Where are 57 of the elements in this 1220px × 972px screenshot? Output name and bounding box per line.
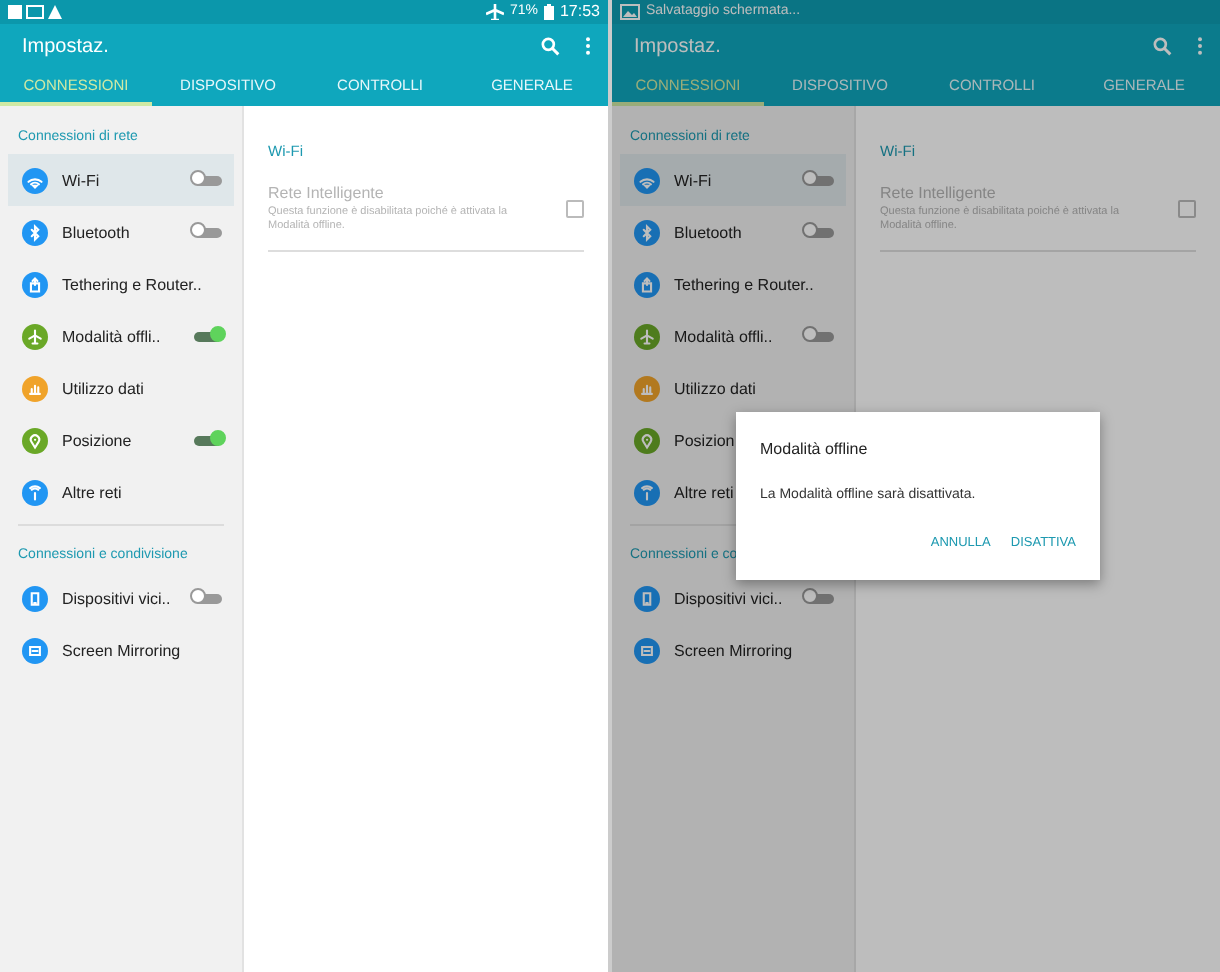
sidebar-item[interactable]: Posizione bbox=[8, 414, 234, 466]
more-options-icon[interactable] bbox=[1196, 36, 1204, 56]
airplane-icon bbox=[485, 4, 504, 20]
app-title: Impostaz. bbox=[22, 35, 109, 57]
item-label: Screen Mirroring bbox=[674, 641, 793, 659]
sidebar-item[interactable]: Wi-Fi bbox=[8, 154, 234, 206]
item-label: Posizione bbox=[62, 431, 132, 449]
setting-title: Rete Intelligente bbox=[268, 184, 386, 202]
search-icon[interactable] bbox=[1152, 36, 1172, 56]
toggle-switch[interactable] bbox=[194, 227, 222, 237]
item-label: Modalità offli.. bbox=[62, 327, 161, 345]
setting-title: Rete Intelligente bbox=[880, 184, 998, 202]
sidebar-item[interactable]: Screen Mirroring bbox=[8, 624, 234, 676]
toggle-switch[interactable] bbox=[806, 593, 834, 603]
item-label: Bluetooth bbox=[62, 223, 130, 241]
toggle-switch[interactable] bbox=[194, 593, 222, 603]
item-label: Wi-Fi bbox=[62, 171, 100, 189]
item-label: Bluetooth bbox=[674, 223, 742, 241]
toggle-switch[interactable] bbox=[194, 435, 222, 445]
clock-time: 17:53 bbox=[559, 4, 600, 20]
more-options-icon[interactable] bbox=[584, 36, 592, 56]
item-label: Tethering e Router.. bbox=[62, 275, 202, 293]
sidebar-item[interactable]: Screen Mirroring bbox=[620, 624, 846, 676]
toggle-switch[interactable] bbox=[194, 175, 222, 185]
toggle-switch[interactable] bbox=[806, 175, 834, 185]
item-label: Posizion bbox=[674, 431, 735, 449]
sidebar-item[interactable]: Wi-Fi bbox=[620, 154, 846, 206]
item-label: Tethering e Router.. bbox=[674, 275, 814, 293]
notification-icons bbox=[8, 4, 64, 20]
sidebar-item[interactable]: Dispositivi vici.. bbox=[8, 572, 234, 624]
item-label: Utilizzo dati bbox=[62, 379, 144, 397]
image-icon bbox=[620, 4, 640, 20]
sidebar-item[interactable]: Modalità offli.. bbox=[620, 310, 846, 362]
item-label: Utilizzo dati bbox=[674, 379, 756, 397]
toggle-switch[interactable] bbox=[194, 331, 222, 341]
sidebar-item[interactable]: Utilizzo dati bbox=[620, 362, 846, 414]
sidebar-item[interactable]: Altre reti bbox=[8, 466, 234, 518]
app-title: Impostaz. bbox=[634, 35, 721, 57]
toggle-switch[interactable] bbox=[806, 331, 834, 341]
item-label: Dispositivi vici.. bbox=[674, 589, 783, 607]
toggle-switch[interactable] bbox=[806, 227, 834, 237]
battery-icon bbox=[543, 4, 554, 20]
search-icon[interactable] bbox=[540, 36, 560, 56]
sidebar-item[interactable]: Bluetooth bbox=[8, 206, 234, 258]
sidebar-item[interactable]: Bluetooth bbox=[620, 206, 846, 258]
sidebar-item[interactable]: Dispositivi vici.. bbox=[620, 572, 846, 624]
item-label: Modalità offli.. bbox=[674, 327, 773, 345]
item-label: Dispositivi vici.. bbox=[62, 589, 171, 607]
sidebar-item[interactable]: Utilizzo dati bbox=[8, 362, 234, 414]
sidebar-item[interactable]: Tethering e Router.. bbox=[8, 258, 234, 310]
dialog-title: Modalità offline bbox=[760, 440, 870, 458]
sidebar-item[interactable]: Tethering e Router.. bbox=[620, 258, 846, 310]
item-label: Wi-Fi bbox=[674, 171, 712, 189]
item-label: Screen Mirroring bbox=[62, 641, 181, 659]
item-label: Altre reti bbox=[62, 483, 122, 501]
sidebar-item[interactable]: Modalità offli.. bbox=[8, 310, 234, 362]
item-label: Altre reti bbox=[674, 483, 734, 501]
